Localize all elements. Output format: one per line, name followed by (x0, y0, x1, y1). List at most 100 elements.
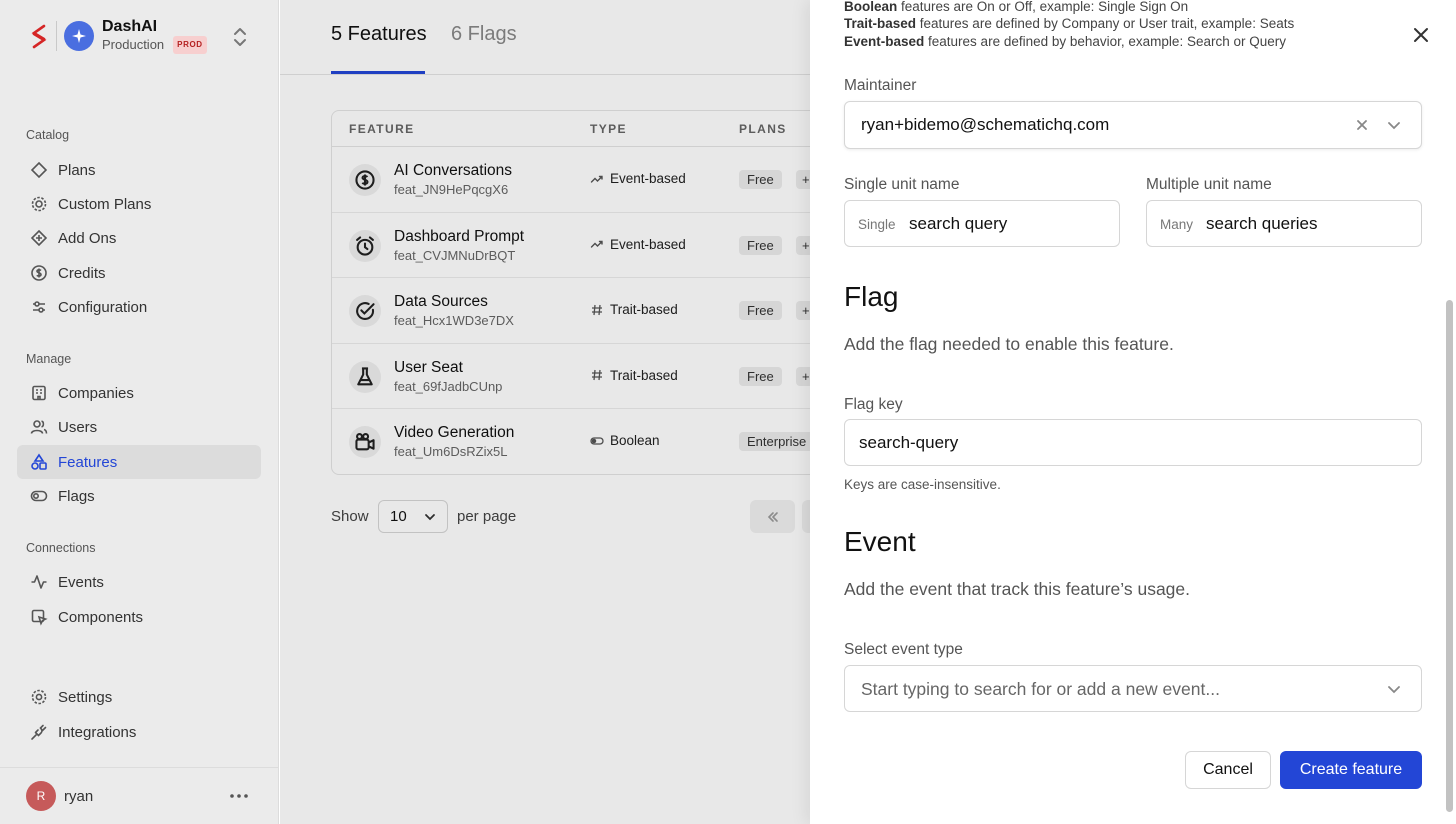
check-circle-icon (349, 295, 381, 327)
chevrons-up-down-icon[interactable] (230, 25, 250, 49)
avatar[interactable]: R (26, 781, 56, 811)
flag-key-input[interactable]: search-query (844, 419, 1422, 466)
sidebar-item-configuration[interactable]: Configuration (17, 290, 261, 324)
drawer-scrollbar[interactable] (1446, 300, 1453, 812)
users-icon (30, 420, 48, 434)
feature-name: Video Generation (394, 424, 515, 441)
column-header-type[interactable]: TYPE (590, 122, 627, 136)
per-page-label: per page (457, 508, 517, 525)
sidebar-item-features[interactable]: Features (17, 445, 261, 479)
sidebar-item-label: Plans (58, 161, 96, 179)
per-page-select[interactable]: 10 (378, 500, 448, 533)
more-horizontal-icon[interactable] (228, 786, 250, 806)
table-row[interactable]: AI Conversations feat_JN9HePqcgX6 Event-… (332, 147, 890, 213)
table-row[interactable]: Dashboard Prompt feat_CVJMNuDrBQT Event-… (332, 213, 890, 278)
feature-type-label: Boolean (610, 433, 660, 448)
table-row[interactable]: Video Generation feat_Um6DsRZix5L Boolea… (332, 409, 890, 474)
nav-section-catalog: Catalog (26, 128, 70, 142)
column-header-plans[interactable]: PLANS (739, 122, 787, 136)
user-name[interactable]: ryan (64, 788, 93, 805)
org-avatar-sparkle-icon[interactable] (64, 21, 94, 51)
plan-chip: Free (739, 366, 782, 386)
video-icon (349, 426, 381, 458)
clear-icon[interactable] (1354, 117, 1370, 133)
trend-icon (590, 175, 603, 183)
hash-icon (592, 369, 602, 381)
dollar-circle-icon (349, 164, 381, 196)
help-event-based: Event-based features are defined by beha… (844, 34, 1286, 49)
table-row[interactable]: Data Sources feat_Hcx1WD3e7DX Trait-base… (332, 278, 890, 344)
sidebar-item-components[interactable]: Components (17, 600, 261, 634)
feature-type-label: Event-based (610, 171, 686, 186)
plan-chip: Free (739, 170, 782, 189)
environment-name: Production (102, 37, 165, 52)
schematic-logo-icon (31, 24, 47, 49)
components-icon (31, 609, 48, 626)
multiple-unit-value: search queries (1206, 214, 1318, 233)
org-environment: Production PROD (102, 36, 207, 54)
plan-chip: Free (739, 301, 782, 320)
brand: DashAI Production PROD (26, 18, 207, 54)
event-type-label: Select event type (844, 641, 963, 658)
show-label: Show (331, 508, 369, 525)
maintainer-select[interactable]: ryan+bidemo@schematichq.com (844, 101, 1422, 149)
sidebar-item-settings[interactable]: Settings (17, 680, 261, 714)
feature-type-label: Event-based (610, 236, 686, 252)
alarm-clock-icon (349, 229, 381, 262)
shapes-icon (31, 453, 47, 470)
sidebar-item-users[interactable]: Users (17, 410, 261, 444)
feature-name: User Seat (394, 358, 463, 376)
sidebar-item-credits[interactable]: Credits (17, 256, 261, 290)
sidebar-item-plans[interactable]: Plans (17, 153, 261, 187)
feature-name: Data Sources (394, 293, 488, 310)
plan-chip: Enterprise (739, 432, 815, 451)
tab-features[interactable]: 5 Features (331, 23, 427, 46)
single-prefix: Single (858, 217, 896, 232)
env-badge: PROD (173, 36, 207, 54)
feature-id: feat_Um6DsRZix5L (394, 444, 508, 459)
feature-type: Trait-based (590, 302, 678, 317)
first-page-button[interactable] (750, 500, 795, 533)
feature-type-label: Trait-based (610, 302, 678, 317)
sidebar-item-flags[interactable]: Flags (17, 479, 261, 513)
feature-id: feat_JN9HePqcgX6 (394, 182, 509, 197)
nav-section-manage: Manage (26, 352, 72, 366)
single-unit-label: Single unit name (844, 176, 960, 193)
diamond-icon (30, 161, 48, 179)
chevron-down-icon (425, 514, 435, 521)
column-header-feature[interactable]: FEATURE (349, 122, 415, 136)
create-feature-button[interactable]: Create feature (1280, 751, 1422, 789)
feature-id: feat_CVJMNuDrBQT (394, 247, 516, 263)
chevron-down-icon[interactable] (1386, 117, 1402, 133)
nav-section-connections: Connections (26, 541, 96, 555)
sidebar-item-integrations[interactable]: Integrations (17, 715, 261, 749)
single-unit-value: search query (909, 214, 1008, 233)
event-type-select[interactable]: Start typing to search for or add a new … (844, 665, 1422, 712)
sliders-icon (33, 301, 45, 313)
user-bar: R ryan (0, 767, 279, 824)
sidebar-item-custom-plans[interactable]: Custom Plans (17, 187, 261, 221)
per-page-value: 10 (390, 508, 407, 525)
sidebar-item-events[interactable]: Events (17, 565, 261, 599)
building-icon (32, 385, 46, 401)
feature-id: feat_Hcx1WD3e7DX (394, 313, 514, 328)
tab-flags[interactable]: 6 Flags (451, 23, 517, 46)
sidebar-item-label: Credits (58, 264, 106, 282)
feature-name: Dashboard Prompt (394, 227, 525, 245)
cancel-button[interactable]: Cancel (1185, 751, 1271, 789)
sidebar-item-companies[interactable]: Companies (17, 376, 261, 410)
flag-section-description: Add the flag needed to enable this featu… (844, 334, 1174, 354)
sidebar-item-add-ons[interactable]: Add Ons (17, 221, 261, 255)
feature-type-label: Trait-based (610, 367, 678, 383)
help-trait-based: Trait-based features are defined by Comp… (844, 16, 1295, 31)
sidebar-item-label: Add Ons (58, 229, 117, 247)
single-unit-input[interactable]: Single search query (844, 200, 1120, 247)
multiple-prefix: Many (1160, 217, 1194, 232)
features-table: FEATURE TYPE PLANS AI Conversations feat… (331, 110, 891, 475)
org-info[interactable]: DashAI Production PROD (102, 18, 207, 54)
close-icon[interactable] (1410, 24, 1432, 46)
multiple-unit-input[interactable]: Many search queries (1146, 200, 1422, 247)
chevron-down-icon[interactable] (1386, 681, 1402, 697)
flag-key-label: Flag key (844, 396, 903, 413)
table-row[interactable]: User Seat feat_69fJadbCUnp Trait-based F… (332, 344, 890, 409)
